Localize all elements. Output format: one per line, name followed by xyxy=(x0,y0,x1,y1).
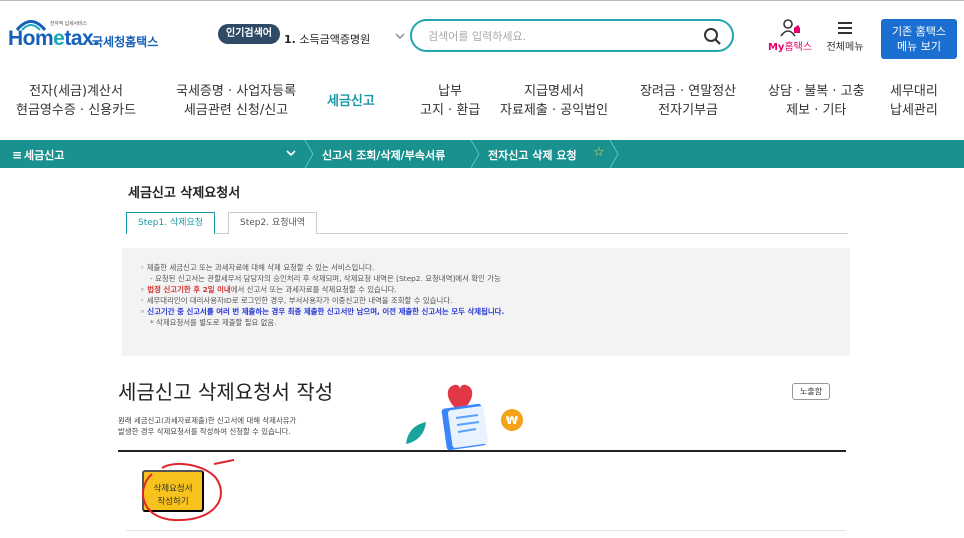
popular-search-term[interactable]: 1. 소득금액증명원 xyxy=(284,31,370,47)
all-menu-label: 전체메뉴 xyxy=(826,42,864,53)
old-site-label-2: 메뉴 보기 xyxy=(897,40,941,53)
breadcrumb: ≡ 세금신고 신고서 조회/삭제/부속서류 전자신고 삭제 요청 ☆ xyxy=(0,140,964,168)
breadcrumb-item-report-view[interactable]: 신고서 조회/삭제/부속서류 xyxy=(322,147,445,163)
gnb-item-certificates[interactable]: 국세증명 · 사업자등록 세금관련 신청/신고 xyxy=(176,82,296,120)
main-navigation: 전자(세금)계산서 현금영수증 · 신용카드 국세증명 · 사업자등록 세금관련 신… xyxy=(0,68,964,145)
my-hometax-button[interactable]: My홈택스 xyxy=(762,19,818,59)
page-title: 세금신고 삭제요청서 xyxy=(128,186,241,201)
search-input[interactable] xyxy=(428,27,688,45)
breadcrumb-separator xyxy=(304,140,314,168)
section-description: 원래 세금신고(과세자료제출)한 신고서에 대해 삭제사유가 발생한 경우 삭제… xyxy=(118,416,297,436)
search-box xyxy=(410,19,734,52)
chevron-down-icon[interactable] xyxy=(394,30,406,42)
notice-line: ◦ 제출한 세금신고 또는 과세자료에 대해 삭제 요청할 수 있는 서비스입니… xyxy=(140,263,375,272)
notice-box: ◦ 제출한 세금신고 또는 과세자료에 대해 삭제 요청할 수 있는 서비스입니… xyxy=(122,248,850,356)
notice-line-deadline: ◦ 법정 신고기한 후 2일 이내에서 신고서 또는 과세자료를 삭제요청할 수… xyxy=(140,285,397,294)
gnb-item-consultation[interactable]: 상담 · 불복 · 고충 제보 · 기타 xyxy=(768,82,865,120)
breadcrumb-item-delete-request[interactable]: 전자신고 삭제 요청 xyxy=(488,147,577,163)
breadcrumb-separator xyxy=(609,140,619,168)
user-home-icon xyxy=(780,19,800,37)
gnb-item-e-tax-invoice[interactable]: 전자(세금)계산서 현금영수증 · 신용카드 xyxy=(16,82,136,120)
site-header: 전자적 납세서비스 Hometax. 국세청홈택스 인기검색어 1. 소득금액증… xyxy=(0,0,964,68)
logo-brand: Hometax. xyxy=(8,27,99,50)
breadcrumb-separator xyxy=(470,140,480,168)
my-hometax-label: My홈택스 xyxy=(767,42,813,53)
section-heading: 세금신고 삭제요청서 작성 xyxy=(118,380,334,404)
gnb-item-tax-filing[interactable]: 세금신고 xyxy=(325,92,377,145)
illustration: ₩ xyxy=(406,384,523,451)
menu-icon[interactable]: ≡ xyxy=(12,148,22,162)
gnb-item-tax-agent[interactable]: 세무대리 납세관리 xyxy=(890,82,938,120)
bottom-divider xyxy=(126,530,846,531)
gnb-item-payment-statement[interactable]: 지급명세서 자료제출 · 공익법인 xyxy=(500,82,608,120)
all-menu-button[interactable]: 전체메뉴 xyxy=(818,19,872,59)
hide-toggle-button[interactable]: 노출함 xyxy=(792,383,831,400)
write-delete-request-button[interactable]: 삭제요청서 작성하기 xyxy=(142,470,204,512)
coin-icon: ₩ xyxy=(501,409,523,431)
svg-text:₩: ₩ xyxy=(506,414,518,427)
breadcrumb-section[interactable]: 세금신고 xyxy=(24,147,64,163)
step-tabs: Step1. 삭제요청 Step2. 요청내역 xyxy=(126,212,848,235)
search-icon[interactable] xyxy=(702,26,722,46)
hamburger-icon xyxy=(838,22,852,34)
chevron-down-icon[interactable] xyxy=(286,148,296,158)
leaf-icon xyxy=(406,422,426,444)
section-divider xyxy=(118,450,846,452)
tab-step1-delete-request[interactable]: Step1. 삭제요청 xyxy=(126,212,216,235)
notice-line: ◦ 세무대리인이 대리사용자ID로 로그인한 경우, 부서사용자가 이중신고한 … xyxy=(140,296,453,305)
old-hometax-menu-button[interactable]: 기존 홈택스 메뉴 보기 xyxy=(881,19,957,59)
logo-korean-name: 국세청홈택스 xyxy=(92,35,159,49)
main-content: 세금신고 삭제요청서 Step1. 삭제요청 Step2. 요청내역 ◦ 제출한… xyxy=(118,168,850,538)
notice-line: - 요청된 신고서는 관할세무서 담당자의 승인처리 후 삭제되며, 삭제요청 … xyxy=(150,274,501,283)
gnb-item-incentive[interactable]: 장려금 · 연말정산 전자기부금 xyxy=(640,82,736,120)
popular-search-badge: 인기검색어 xyxy=(218,24,280,44)
logo-tagline: 전자적 납세서비스 xyxy=(50,21,87,27)
old-site-label-1: 기존 홈택스 xyxy=(891,25,947,38)
star-icon[interactable]: ☆ xyxy=(593,145,605,160)
tab-step2-request-history[interactable]: Step2. 요청내역 xyxy=(228,212,318,234)
hometax-logo[interactable]: 전자적 납세서비스 Hometax. 국세청홈택스 xyxy=(8,17,168,53)
gnb-item-payment[interactable]: 납부 고지 · 환급 xyxy=(420,82,480,120)
notice-line-warning: ◦ 신고기간 중 신고서를 여러 번 제출하는 경우 최종 제출한 신고서만 남… xyxy=(140,307,505,316)
notice-line: * 삭제요청서를 별도로 제출할 필요 없음. xyxy=(150,318,277,327)
document-icon xyxy=(441,403,489,451)
